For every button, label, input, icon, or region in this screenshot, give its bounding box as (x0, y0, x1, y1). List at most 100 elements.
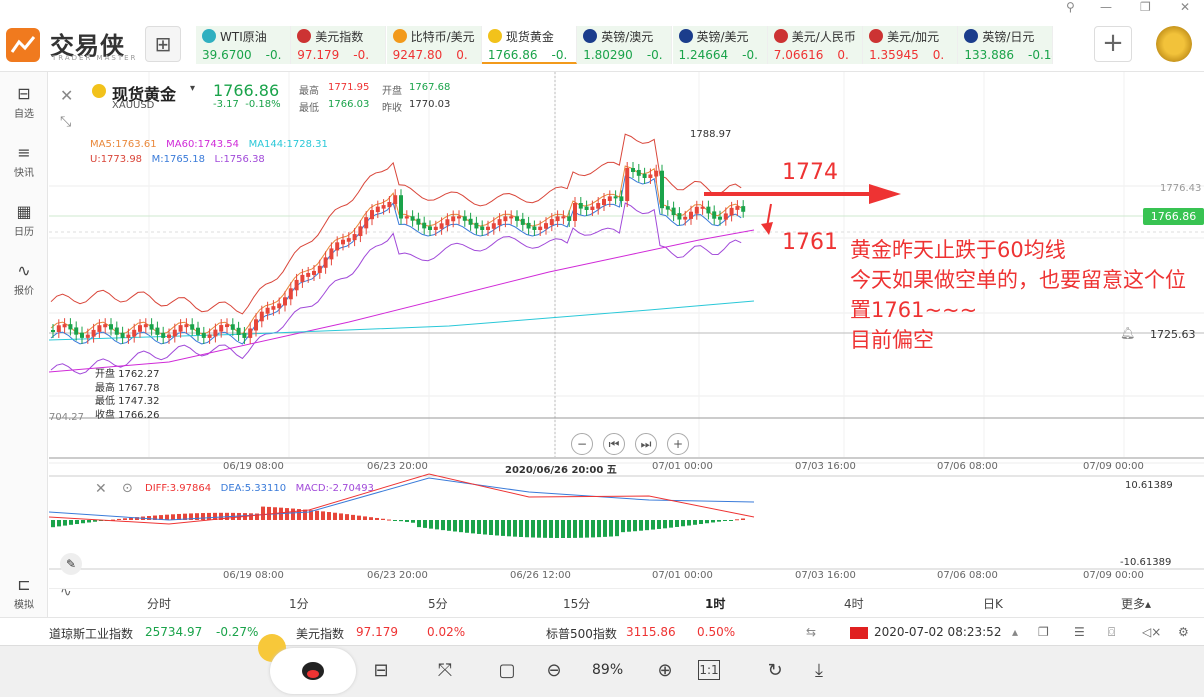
macd-bar (285, 508, 289, 520)
index-dow-name: 道琼斯工业指数 (49, 627, 134, 641)
macd-bar (327, 512, 331, 520)
ticker-item[interactable]: 英镑/日元 133.886 -0.14% (958, 26, 1054, 64)
ticker-flag-icon (869, 29, 884, 43)
avatar[interactable] (1156, 26, 1192, 62)
candle-body (196, 327, 200, 335)
close-chart-icon[interactable]: ✕ (60, 86, 73, 105)
ticker-item[interactable]: 英镑/澳元 1.80290 -0. (577, 26, 673, 64)
annotation-note-line1: 黄金昨天止跌于60均线 (850, 238, 1066, 262)
close-icon[interactable]: ✕ (1180, 0, 1190, 14)
x-tick: 06/19 08:00 (223, 570, 284, 581)
candle-body (631, 168, 635, 172)
ticker-change: -0. (551, 48, 568, 62)
download-icon[interactable]: ⤓ (806, 658, 832, 684)
weather-cloud-icon[interactable] (270, 648, 356, 694)
candle-body (642, 173, 647, 178)
candle-body (602, 198, 606, 206)
tooltip-close: 收盘 1766.26 (95, 409, 160, 421)
candle-body (352, 234, 357, 241)
grid-menu-button[interactable]: ⊞ (145, 26, 181, 62)
ticker-change: -0. (265, 48, 282, 62)
macd-bar (453, 520, 457, 532)
ticker-item[interactable]: 美元指数 97.179 -0. (291, 26, 387, 64)
list-icon[interactable]: ☰ (1074, 625, 1085, 639)
macd-bar (585, 520, 589, 538)
macd-bar (483, 520, 487, 535)
index-sp-name: 标普500指数 (546, 627, 617, 641)
ticker-item[interactable]: 美元/人民币 7.06616 0. (767, 26, 863, 64)
window-icon[interactable]: ❐ (1038, 625, 1049, 639)
minimize-icon[interactable]: — (1100, 0, 1112, 14)
mute-icon[interactable]: ◁× (1142, 625, 1161, 639)
tab-daily[interactable]: 日K (983, 595, 1003, 612)
price-change: -3.17 -0.18% (213, 99, 281, 110)
candle-body (706, 206, 711, 214)
layout-icon[interactable]: ⊟ (368, 658, 394, 684)
ticker-item[interactable]: 美元/加元 1.35945 0. (863, 26, 959, 64)
pin-icon[interactable]: ⚲ (1066, 0, 1075, 14)
candle-body (399, 195, 403, 219)
tab-more[interactable]: 更多▴ (1121, 595, 1151, 612)
candle-body (120, 332, 125, 338)
tab-1min[interactable]: 1分 (289, 595, 309, 612)
scroll-right-button[interactable]: ⏭ (635, 433, 657, 455)
settings-gear-icon[interactable]: ⚙ (1178, 625, 1189, 639)
scroll-left-button[interactable]: ⏮ (603, 433, 625, 455)
high-value: 1771.95 (328, 82, 370, 93)
candle-body (364, 217, 369, 229)
zoom-out-icon[interactable]: ⊖ (541, 658, 567, 684)
maximize-icon[interactable]: ❐ (1140, 0, 1151, 14)
macd-bar (249, 513, 253, 520)
sidebar-item-watchlist[interactable]: ⊟ 自选 (0, 84, 48, 120)
tab-1hour[interactable]: 1时 (705, 595, 725, 612)
sidebar-item-label: 报价 (14, 286, 34, 297)
sidebar-item-calendar[interactable]: ▦ 日历 (0, 202, 48, 238)
tab-15min[interactable]: 15分 (563, 595, 590, 612)
ticker-item[interactable]: 比特币/美元 9247.80 0. (386, 26, 482, 64)
price-change-pct: -0.18% (245, 99, 281, 110)
candle-body (596, 203, 601, 209)
connection-icon[interactable]: ⇆ (806, 625, 816, 639)
ma5-line (50, 165, 742, 335)
ticker-name: 美元/人民币 (773, 28, 862, 45)
add-ticker-button[interactable]: + (1094, 26, 1132, 62)
macd-bar (411, 520, 415, 523)
collapse-icon[interactable]: ⤡ (60, 114, 71, 130)
camera-icon[interactable]: ⌼ (1108, 625, 1115, 640)
candle-body (155, 327, 160, 335)
ticker-item[interactable]: WTI原油 39.6700 -0. (196, 26, 291, 64)
sidebar-item-simulate[interactable]: ⊏ 模拟 (0, 575, 48, 611)
macd-bar (579, 520, 583, 538)
close-macd-icon[interactable]: ✕ (95, 481, 107, 497)
ticker-name: 英镑/美元 (678, 28, 767, 45)
sidebar-item-quotes[interactable]: ∿ 报价 (0, 261, 48, 297)
ticker-name: 美元指数 (297, 28, 385, 45)
candle-body (167, 334, 171, 338)
ticker-item[interactable]: 英镑/美元 1.24664 -0. (672, 26, 768, 64)
datetime-dropdown-icon[interactable]: ▴ (1012, 625, 1018, 639)
tab-5min[interactable]: 5分 (428, 595, 448, 612)
annotation-1774: 1774 (782, 160, 838, 185)
tab-4hour[interactable]: 4时 (844, 595, 864, 612)
ticker-change: -0. (353, 48, 370, 62)
instrument-dropdown-icon[interactable]: ▾ (190, 83, 195, 94)
ticker-item[interactable]: 现货黄金 1766.86 -0. (481, 26, 577, 64)
candle-body (358, 226, 363, 237)
tab-timeshare[interactable]: 分时 (147, 595, 171, 612)
zoom-out-button[interactable]: − (571, 433, 593, 455)
fit-screen-icon[interactable]: ⤧ (432, 658, 458, 684)
crop-icon[interactable]: ▢ (494, 658, 520, 684)
zoom-in-icon[interactable]: ⊕ (652, 658, 678, 684)
candle-body (718, 216, 722, 220)
candle-body (694, 206, 699, 214)
candle-body (277, 303, 282, 309)
sidebar-item-news[interactable]: ≡ 快讯 (0, 143, 48, 179)
candle-body (323, 257, 328, 268)
rotate-icon[interactable]: ↻ (762, 658, 788, 684)
macd-bar (357, 515, 361, 520)
zoom-in-button[interactable]: + (667, 433, 689, 455)
ticker-flag-icon (773, 29, 788, 43)
macd-settings-icon[interactable]: ⊙ (122, 481, 133, 496)
macd-bar (459, 520, 463, 533)
actual-size-icon[interactable]: 1:1 (698, 660, 720, 680)
